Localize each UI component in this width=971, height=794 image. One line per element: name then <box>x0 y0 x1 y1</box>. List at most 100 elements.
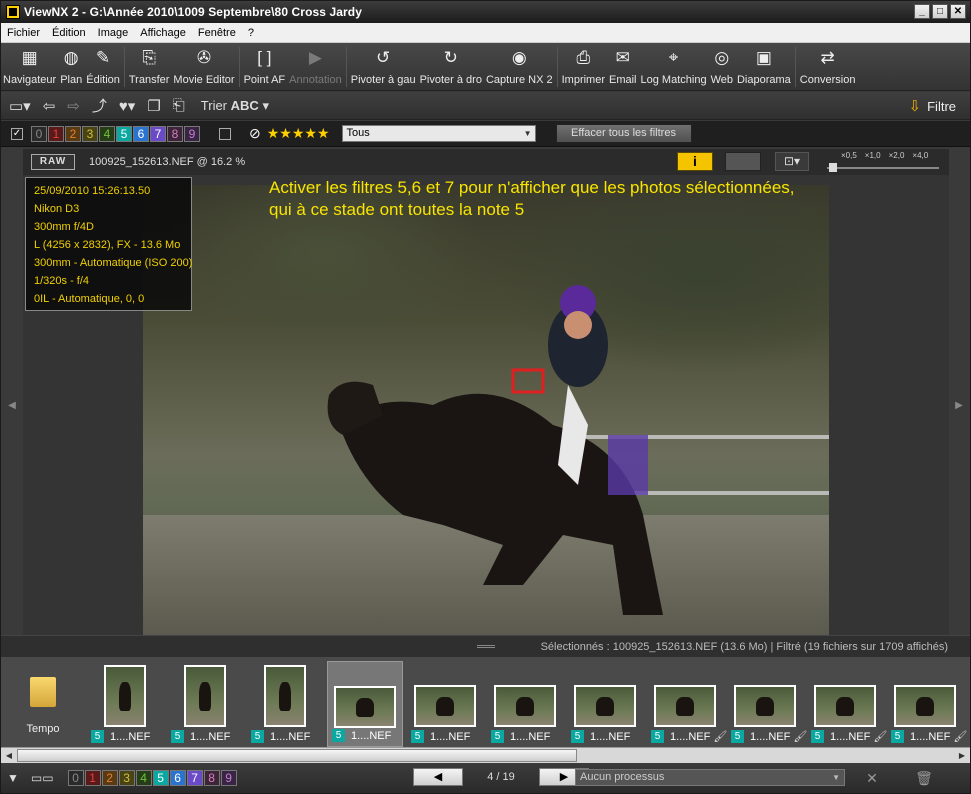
diaporama-icon: ▣ <box>755 48 772 67</box>
label-filter-7[interactable]: 7 <box>150 125 166 142</box>
thumbnail[interactable]: 5 1....NEF <box>327 661 403 747</box>
label-tag-7[interactable]: 7 <box>186 770 203 786</box>
conversion-button[interactable]: ⇄ Conversion <box>798 47 858 91</box>
rating-filter-checkbox[interactable] <box>219 127 231 140</box>
raw-badge[interactable]: RAW <box>31 154 75 170</box>
thumbnail[interactable]: 5 1....NEF 🖌 <box>887 661 967 747</box>
thumbnail-caption: 5 1....NEF 🖌 <box>891 730 967 743</box>
trash-icon[interactable]: 🗑 <box>915 769 933 787</box>
transfer-button[interactable]: ⎘ Transfer <box>127 47 172 91</box>
thumbnail[interactable]: 5 1....NEF <box>487 661 563 747</box>
movie-editor-button[interactable]: ✇ Movie Editor <box>171 47 236 91</box>
thumbnail-label: 1....NEF <box>590 730 631 743</box>
thumbnail[interactable]: 5 1....NEF 🖌 <box>727 661 807 747</box>
filter-select[interactable]: Tous <box>341 125 536 142</box>
label-tag-8[interactable]: 8 <box>203 770 220 786</box>
filter-button[interactable]: ⇩ Filtre <box>909 97 956 115</box>
info-button[interactable]: i <box>677 152 713 171</box>
label-tag-9[interactable]: 9 <box>220 770 237 786</box>
label-filter-4[interactable]: 4 <box>99 125 115 142</box>
minimize-button[interactable]: _ <box>914 4 930 19</box>
app-icon <box>6 5 20 19</box>
label-filter-6[interactable]: 6 <box>133 125 149 142</box>
thumbnail[interactable]: 5 1....NEF <box>247 661 323 747</box>
label-filter-9[interactable]: 9 <box>184 125 200 142</box>
label-filter-1[interactable]: 1 <box>48 125 64 142</box>
label-filter-checkbox[interactable]: ✓ <box>11 127 23 140</box>
exif-other: 0IL - Automatique, 0, 0 <box>34 293 145 305</box>
edition-button[interactable]: ✎ Édition <box>84 47 122 91</box>
pivoter-droite-button[interactable]: ↻ Pivoter à dro <box>418 47 484 91</box>
label-tag-2[interactable]: 2 <box>101 770 118 786</box>
export-icon[interactable]: ⎗ <box>173 97 185 114</box>
forward-arrow-icon[interactable]: ⇨ <box>67 97 80 115</box>
thumbnail[interactable]: 5 1....NEF 🖌 <box>647 661 727 747</box>
thumbnail[interactable]: 5 1....NEF 🖌 <box>807 661 887 747</box>
clear-filters-button[interactable]: Effacer tous les filtres <box>555 124 692 143</box>
imprimer-button[interactable]: ⎙ Imprimer <box>560 47 607 91</box>
thumbnail[interactable]: 5 1....NEF <box>567 661 643 747</box>
menu-edition[interactable]: Édition <box>52 27 86 39</box>
scroll-right-arrow-icon[interactable]: ▶ <box>955 749 969 762</box>
imprimer-icon: ⎙ <box>576 48 591 67</box>
label-tag-1[interactable]: 1 <box>84 770 101 786</box>
scroll-left-arrow-icon[interactable]: ◀ <box>2 749 16 762</box>
capture-nx2-button[interactable]: ◉ Capture NX 2 <box>484 47 555 91</box>
layout-icon[interactable]: ▭▾ <box>9 97 31 115</box>
web-button[interactable]: ◎ Web <box>709 47 735 91</box>
label-filter-2[interactable]: 2 <box>65 125 81 142</box>
point-af-icon: [ ] <box>257 48 272 67</box>
label-tag-3[interactable]: 3 <box>118 770 135 786</box>
filmstrip-scrollbar[interactable]: ◀ ▶ <box>1 747 970 763</box>
menu-help[interactable]: ? <box>248 27 254 39</box>
label-filter-3[interactable]: 3 <box>82 125 98 142</box>
left-panel-toggle[interactable]: ◀ <box>2 175 22 635</box>
navigateur-button[interactable]: ▦ Navigateur <box>1 47 58 91</box>
scrollbar-thumb[interactable] <box>17 749 577 762</box>
label-filter-5[interactable]: 5 <box>116 125 132 142</box>
label-tag-4[interactable]: 4 <box>135 770 152 786</box>
cancel-process-icon[interactable]: ✕ <box>863 769 881 787</box>
label-tag-6[interactable]: 6 <box>169 770 186 786</box>
zoom-slider[interactable]: ×0,5 ×1,0 ×2,0 ×4,0 <box>827 151 939 173</box>
previous-button[interactable]: ◀ <box>413 768 463 786</box>
thumbnail[interactable]: 5 1....NEF <box>167 661 243 747</box>
pivoter-gauche-button[interactable]: ↺ Pivoter à gau <box>349 47 418 91</box>
label-filter-8[interactable]: 8 <box>167 125 183 142</box>
close-button[interactable]: ✕ <box>950 4 966 19</box>
log-matching-button[interactable]: ⌖ Log Matching <box>639 47 709 91</box>
fit-screen-icon[interactable]: ⊡▾ <box>775 152 809 171</box>
label-filter-0[interactable]: 0 <box>31 125 47 142</box>
point-af-button[interactable]: [ ] Point AF <box>242 47 288 91</box>
splitter-grip[interactable] <box>477 645 495 648</box>
thumbnail-caption: 5 1....NEF <box>411 730 470 743</box>
thumbnail[interactable]: 5 1....NEF <box>407 661 483 747</box>
toolbar-separator <box>794 47 796 87</box>
back-arrow-icon[interactable]: ⇦ <box>43 97 56 115</box>
menu-fenetre[interactable]: Fenêtre <box>198 27 236 39</box>
copy-icon[interactable]: ❐ <box>147 97 160 115</box>
menu-image[interactable]: Image <box>98 27 129 39</box>
menu-fichier[interactable]: Fichier <box>7 27 40 39</box>
sort-button[interactable]: Trier ABC ▾ <box>201 98 269 114</box>
histogram-icon[interactable] <box>725 152 761 171</box>
zoom-handle[interactable] <box>829 163 837 172</box>
email-button[interactable]: ✉ Email <box>607 47 639 91</box>
menu-affichage[interactable]: Affichage <box>140 27 186 39</box>
thumbnail[interactable]: 5 1....NEF <box>87 661 163 747</box>
process-select[interactable]: Aucun processus <box>575 769 845 786</box>
annotation-button[interactable]: ▶ Annotation <box>287 47 344 91</box>
rating-filter[interactable]: ⊘ ★★★★★ <box>249 125 330 142</box>
maximize-button[interactable]: □ <box>932 4 948 19</box>
view-mode-icon[interactable]: ▭▭ <box>31 771 54 785</box>
folder-up-icon[interactable]: ⤴ <box>92 95 107 116</box>
diaporama-button[interactable]: ▣ Diaporama <box>735 47 793 91</box>
right-panel-toggle[interactable]: ▶ <box>949 175 969 635</box>
thumbnail-image <box>264 665 306 727</box>
folder-item[interactable]: Tempo <box>21 677 65 747</box>
label-tag-0[interactable]: 0 <box>67 770 84 786</box>
plan-button[interactable]: ◍ Plan <box>58 47 84 91</box>
collapse-icon[interactable]: ▼ <box>7 771 19 785</box>
favorite-folder-icon[interactable]: ♥▾ <box>119 97 135 115</box>
label-tag-5[interactable]: 5 <box>152 770 169 786</box>
